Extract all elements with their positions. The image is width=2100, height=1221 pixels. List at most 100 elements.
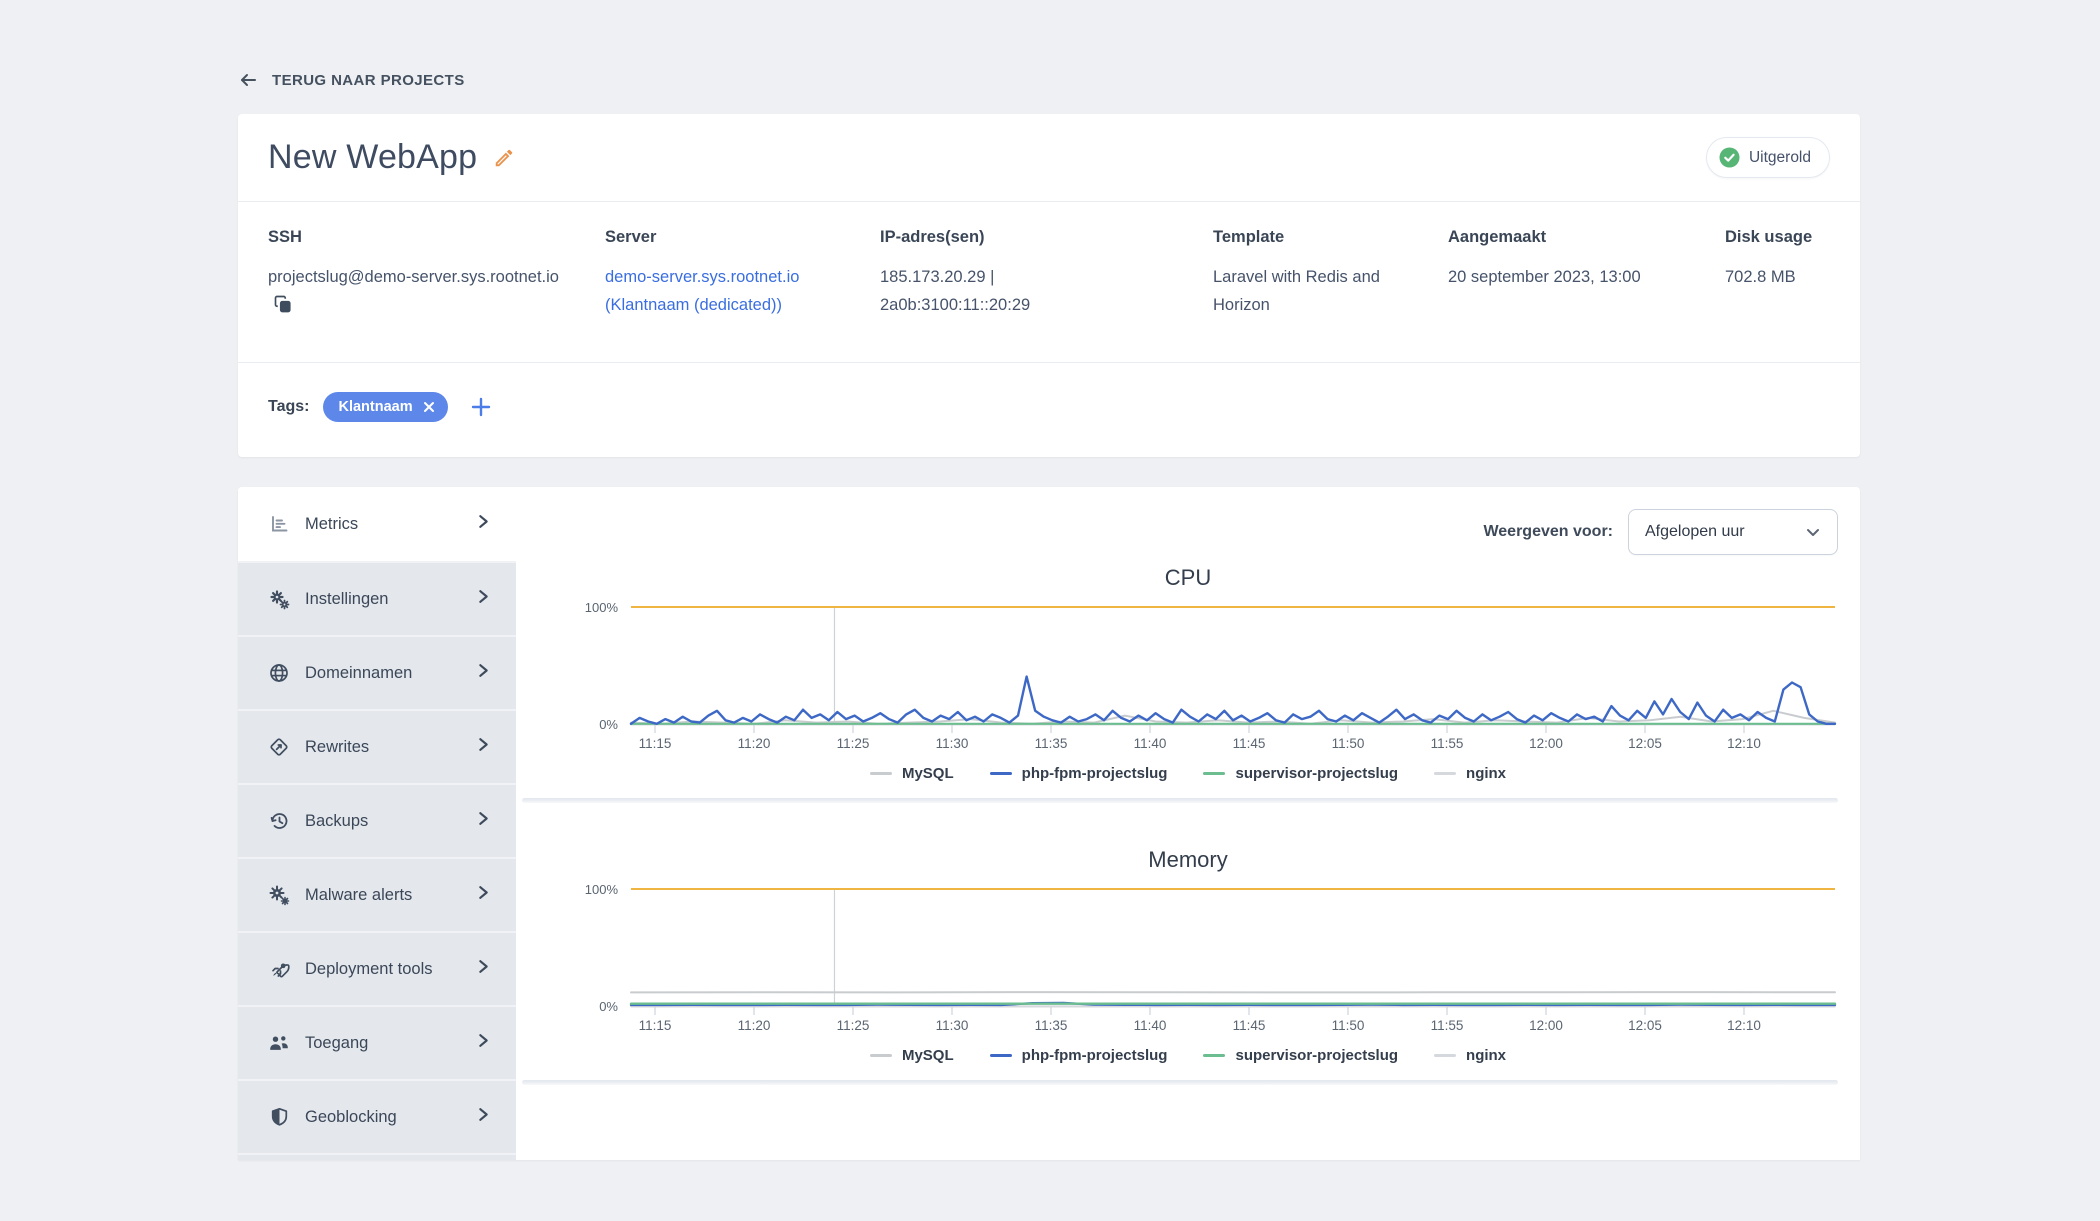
tag-klantnaam[interactable]: Klantnaam xyxy=(323,392,447,422)
sidebar-item-label: Toegang xyxy=(305,1034,460,1053)
svg-text:11:40: 11:40 xyxy=(1134,1018,1167,1033)
legend-label: nginx xyxy=(1466,1047,1506,1064)
sidebar-item-partial xyxy=(238,1153,516,1160)
rewrites-icon xyxy=(268,737,290,757)
info-template-value: Laravel with Redis and Horizon xyxy=(1213,263,1428,319)
legend-dash xyxy=(990,1054,1012,1057)
chevron-right-icon xyxy=(475,513,492,535)
back-label: TERUG NAAR PROJECTS xyxy=(272,72,465,89)
svg-text:11:50: 11:50 xyxy=(1332,736,1365,751)
sidebar-item-label: Rewrites xyxy=(305,738,460,757)
sidebar-item-malware-alerts[interactable]: Malware alerts xyxy=(238,857,516,931)
sidebar-item-label: Domeinnamen xyxy=(305,664,460,683)
metrics-card: Metrics Instellingen Domeinnamen Rewrite… xyxy=(238,487,1860,1160)
info-server-label: Server xyxy=(605,228,880,247)
legend-label: MySQL xyxy=(902,765,954,782)
time-range-select[interactable]: Afgelopen uur xyxy=(1628,509,1838,555)
sidebar-item-label: Instellingen xyxy=(305,590,460,609)
chevron-right-icon xyxy=(475,958,492,980)
memory-chart-title: Memory xyxy=(516,847,1860,873)
project-info-row: SSH projectslug@demo-server.sys.rootnet.… xyxy=(238,202,1860,362)
cpu-chart-legend: MySQL php-fpm-projectslug supervisor-proje… xyxy=(516,765,1860,782)
memory-chart-legend: MySQL php-fpm-projectslug supervisor-proje… xyxy=(516,1047,1860,1064)
time-range-value: Afgelopen uur xyxy=(1645,523,1745,541)
sidebar-item-deployment-tools[interactable]: Deployment tools xyxy=(238,931,516,1005)
metrics-panel: Weergeven voor: Afgelopen uur CPU 11:151… xyxy=(516,487,1860,1160)
globe-icon xyxy=(268,663,290,683)
status-badge: Uitgerold xyxy=(1706,137,1830,178)
svg-text:11:35: 11:35 xyxy=(1035,1018,1068,1033)
svg-text:12:05: 12:05 xyxy=(1628,736,1662,751)
legend-item-MySQL[interactable]: MySQL xyxy=(870,1047,954,1064)
info-ssh: SSH projectslug@demo-server.sys.rootnet.… xyxy=(268,228,605,322)
metrics-icon xyxy=(268,514,290,534)
server-link[interactable]: demo-server.sys.rootnet.io (Klantnaam (d… xyxy=(605,263,880,319)
svg-text:11:15: 11:15 xyxy=(639,736,672,751)
legend-item-php-fpm-projectslug[interactable]: php-fpm-projectslug xyxy=(990,765,1168,782)
legend-dash xyxy=(1203,772,1225,775)
copy-ssh-icon[interactable] xyxy=(274,294,292,322)
sidebar-item-geoblocking[interactable]: Geoblocking xyxy=(238,1079,516,1153)
info-template: Template Laravel with Redis and Horizon xyxy=(1213,228,1448,322)
legend-label: supervisor-projectslug xyxy=(1235,765,1398,782)
svg-text:12:05: 12:05 xyxy=(1628,1018,1662,1033)
chevron-right-icon xyxy=(475,588,492,610)
page-title: New WebApp xyxy=(268,138,477,177)
legend-dash xyxy=(870,772,892,775)
svg-text:12:00: 12:00 xyxy=(1529,736,1563,751)
status-badge-label: Uitgerold xyxy=(1749,149,1811,167)
sidebar-item-label: Geoblocking xyxy=(305,1108,460,1127)
svg-text:11:45: 11:45 xyxy=(1233,736,1266,751)
chevron-down-icon xyxy=(1805,524,1821,540)
remove-tag-icon[interactable] xyxy=(423,401,435,413)
sidebar-item-label: Metrics xyxy=(305,515,460,534)
legend-dash xyxy=(870,1054,892,1057)
backups-icon xyxy=(268,811,290,831)
svg-text:100%: 100% xyxy=(585,600,619,615)
info-disk-label: Disk usage xyxy=(1725,228,1830,247)
sidebar-item-domeinnamen[interactable]: Domeinnamen xyxy=(238,635,516,709)
chevron-right-icon xyxy=(475,662,492,684)
memory-chart-section: Memory 11:1511:2011:2511:3011:3511:4011:… xyxy=(516,847,1860,1064)
legend-item-MySQL[interactable]: MySQL xyxy=(870,765,954,782)
svg-text:12:10: 12:10 xyxy=(1727,1018,1761,1033)
info-created: Aangemaakt 20 september 2023, 13:00 xyxy=(1448,228,1725,322)
sidebar-item-label: Deployment tools xyxy=(305,960,460,979)
tags-row: Tags: Klantnaam xyxy=(238,363,1860,457)
legend-item-supervisor-projectslug[interactable]: supervisor-projectslug xyxy=(1203,1047,1398,1064)
svg-text:11:30: 11:30 xyxy=(936,736,969,751)
info-ssh-value: projectslug@demo-server.sys.rootnet.io xyxy=(268,268,559,286)
legend-label: supervisor-projectslug xyxy=(1235,1047,1398,1064)
svg-text:0%: 0% xyxy=(599,999,618,1014)
add-tag-button[interactable] xyxy=(470,396,492,418)
legend-dash xyxy=(1434,1054,1456,1057)
back-to-projects-link[interactable]: TERUG NAAR PROJECTS xyxy=(238,70,1860,90)
info-ip: IP-adres(sen) 185.173.20.29 | 2a0b:3100:… xyxy=(880,228,1213,322)
sidebar-item-instellingen[interactable]: Instellingen xyxy=(238,561,516,635)
chevron-right-icon xyxy=(475,1032,492,1054)
legend-item-nginx[interactable]: nginx xyxy=(1434,1047,1506,1064)
section-divider xyxy=(522,1080,1838,1085)
sidebar-item-label: Backups xyxy=(305,812,460,831)
sidebar-item-toegang[interactable]: Toegang xyxy=(238,1005,516,1079)
edit-title-icon[interactable] xyxy=(493,147,515,169)
users-icon xyxy=(268,1033,290,1053)
legend-item-nginx[interactable]: nginx xyxy=(1434,765,1506,782)
svg-text:11:40: 11:40 xyxy=(1134,736,1167,751)
shield-icon xyxy=(268,1107,290,1127)
status-check-icon xyxy=(1719,147,1740,168)
sidebar-item-backups[interactable]: Backups xyxy=(238,783,516,857)
legend-label: php-fpm-projectslug xyxy=(1022,765,1168,782)
section-divider xyxy=(522,798,1838,803)
memory-chart: 11:1511:2011:2511:3011:3511:4011:4511:50… xyxy=(516,875,1860,1035)
legend-item-php-fpm-projectslug[interactable]: php-fpm-projectslug xyxy=(990,1047,1168,1064)
chevron-right-icon xyxy=(475,884,492,906)
svg-text:11:50: 11:50 xyxy=(1332,1018,1365,1033)
tags-label: Tags: xyxy=(268,398,309,416)
svg-text:11:20: 11:20 xyxy=(738,736,771,751)
sidebar-item-rewrites[interactable]: Rewrites xyxy=(238,709,516,783)
svg-text:11:25: 11:25 xyxy=(837,1018,870,1033)
sidebar-item-metrics[interactable]: Metrics xyxy=(238,487,516,561)
legend-item-supervisor-projectslug[interactable]: supervisor-projectslug xyxy=(1203,765,1398,782)
info-template-label: Template xyxy=(1213,228,1448,247)
